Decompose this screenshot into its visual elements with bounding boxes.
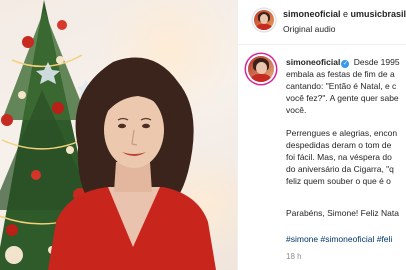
post-timestamp: 18 h [286, 252, 302, 261]
account-link[interactable]: simoneoficial [283, 9, 341, 19]
post-video[interactable] [0, 0, 237, 270]
caption-username[interactable]: simoneoficial [286, 57, 340, 67]
coauthor-link[interactable]: umusicbrasil [351, 9, 406, 19]
audio-link[interactable]: Original audio [283, 24, 335, 34]
caption-line: foi fácil. Mas, na véspera do [286, 152, 392, 162]
post-header: simoneoficial e umusicbrasil Original au… [238, 0, 406, 45]
caption-hashtags[interactable]: #simone #simoneoficial #feli [286, 234, 392, 245]
caption-line: despedidas deram o tom de [286, 140, 392, 150]
caption-line: simoneoficial ✓ Desde 1995 [286, 57, 400, 68]
caption-line: Perrengues e alegrias, encon [286, 128, 398, 138]
caption-line: você. [286, 105, 307, 115]
singer-figure [48, 57, 216, 270]
caption-line: embala as festas de fim de a [286, 69, 395, 79]
caption-line: do aniversário da Cigarra, "q [286, 164, 394, 174]
caption-line: feliz quem souber o que é o [286, 176, 391, 186]
caption-avatar[interactable] [248, 56, 274, 82]
authors-connector: e [340, 9, 351, 19]
verified-badge-icon: ✓ [341, 60, 350, 68]
caption-line: você fez?". A gente quer sabe [286, 93, 399, 103]
post-panel: simoneoficial e umusicbrasil Original au… [237, 0, 406, 270]
account-avatar[interactable] [254, 10, 274, 30]
post-authors: simoneoficial e umusicbrasil [283, 9, 406, 19]
caption-line: cantando: "Então é Natal, e c [286, 81, 397, 91]
caption-line: Parabéns, Simone! Feliz Nata [286, 208, 399, 218]
